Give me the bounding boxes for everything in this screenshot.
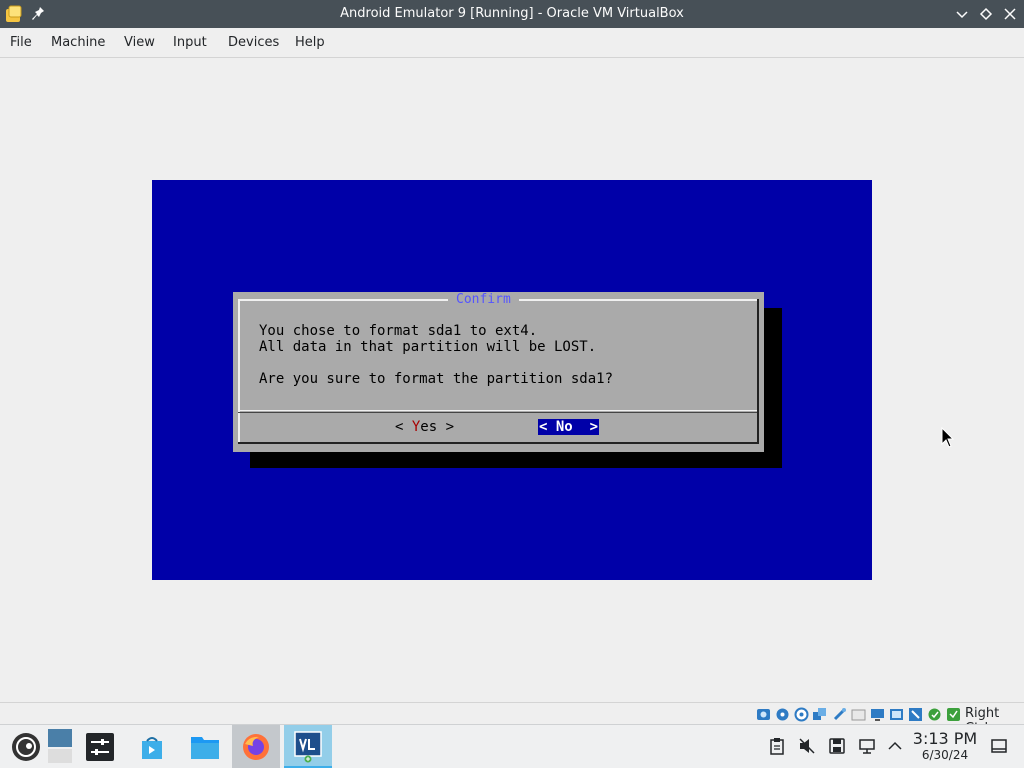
- dialog-frame: [238, 442, 759, 444]
- video-capture-icon[interactable]: [889, 707, 904, 722]
- dialog-question: Are you sure to format the partition sda…: [259, 371, 614, 387]
- hard-disk-icon[interactable]: [756, 707, 771, 722]
- taskbar-virtualbox[interactable]: [284, 725, 332, 768]
- network-wired-icon[interactable]: [858, 737, 876, 755]
- window-title: Android Emulator 9 [Running] - Oracle VM…: [340, 6, 684, 21]
- menu-input[interactable]: Input: [173, 35, 207, 50]
- clock-date: 6/30/24: [921, 748, 969, 762]
- audio-icon[interactable]: [794, 707, 809, 722]
- clock-time: 3:13 PM: [912, 729, 978, 748]
- show-desktop-icon[interactable]: [990, 737, 1008, 755]
- mouse-integration-icon[interactable]: [908, 707, 923, 722]
- display-icon[interactable]: [870, 707, 885, 722]
- firefox-icon: [243, 734, 269, 760]
- menu-machine[interactable]: Machine: [51, 35, 105, 50]
- menu-devices[interactable]: Devices: [228, 35, 279, 50]
- menu-bar: File Machine View Input Devices Help: [0, 28, 1024, 58]
- dialog-separator: [238, 410, 757, 411]
- settings-sliders-icon: [86, 733, 114, 761]
- menu-file[interactable]: File: [10, 35, 32, 50]
- network-icon[interactable]: [812, 707, 827, 722]
- dialog-frame: [757, 299, 759, 444]
- taskbar: 3:13 PM 6/30/24: [0, 724, 1024, 768]
- desktop-pager-icon: [48, 729, 72, 763]
- mouse-cursor-icon: [941, 427, 955, 448]
- dialog-title: Confirm: [448, 292, 519, 308]
- virtualbox-icon: [294, 731, 322, 763]
- digital-clock[interactable]: 3:13 PM 6/30/24: [912, 729, 978, 763]
- chevron-up-icon[interactable]: [886, 737, 904, 755]
- menu-help[interactable]: Help: [295, 35, 325, 50]
- yes-button-prefix: <: [395, 419, 412, 435]
- folder-icon: [191, 737, 219, 759]
- optical-drive-icon[interactable]: [775, 707, 790, 722]
- yes-button-rest: es >: [420, 419, 455, 435]
- confirm-dialog: Confirm You chose to format sda1 to ext4…: [233, 292, 764, 452]
- menu-view[interactable]: View: [124, 35, 155, 50]
- taskbar-system-settings[interactable]: [76, 725, 124, 768]
- dialog-frame: [238, 299, 240, 444]
- storage-disk-icon[interactable]: [828, 737, 846, 755]
- maximize-icon[interactable]: [978, 6, 994, 22]
- taskbar-firefox[interactable]: [232, 725, 280, 768]
- minimize-icon[interactable]: [954, 6, 970, 22]
- volume-muted-icon[interactable]: [798, 737, 816, 755]
- discover-store-icon: [142, 737, 162, 759]
- close-icon[interactable]: [1002, 6, 1018, 22]
- yes-button[interactable]: < Yes >: [395, 419, 454, 435]
- keyboard-icon[interactable]: [946, 707, 961, 722]
- window-titlebar: Android Emulator 9 [Running] - Oracle VM…: [0, 0, 1024, 28]
- taskbar-dolphin[interactable]: [180, 725, 228, 768]
- vbox-status-bar: Right Ctrl: [0, 702, 1024, 736]
- cpu-icon[interactable]: [927, 707, 942, 722]
- dialog-message-line2: All data in that partition will be LOST.: [259, 339, 597, 355]
- usb-icon[interactable]: [832, 707, 847, 722]
- shared-folders-icon[interactable]: [851, 707, 866, 722]
- clipboard-icon[interactable]: [768, 737, 786, 755]
- no-button[interactable]: < No >: [538, 419, 600, 435]
- taskbar-discover[interactable]: [128, 725, 176, 768]
- dialog-separator: [238, 412, 757, 413]
- dialog-message-line1: You chose to format sda1 to ext4.: [259, 323, 538, 339]
